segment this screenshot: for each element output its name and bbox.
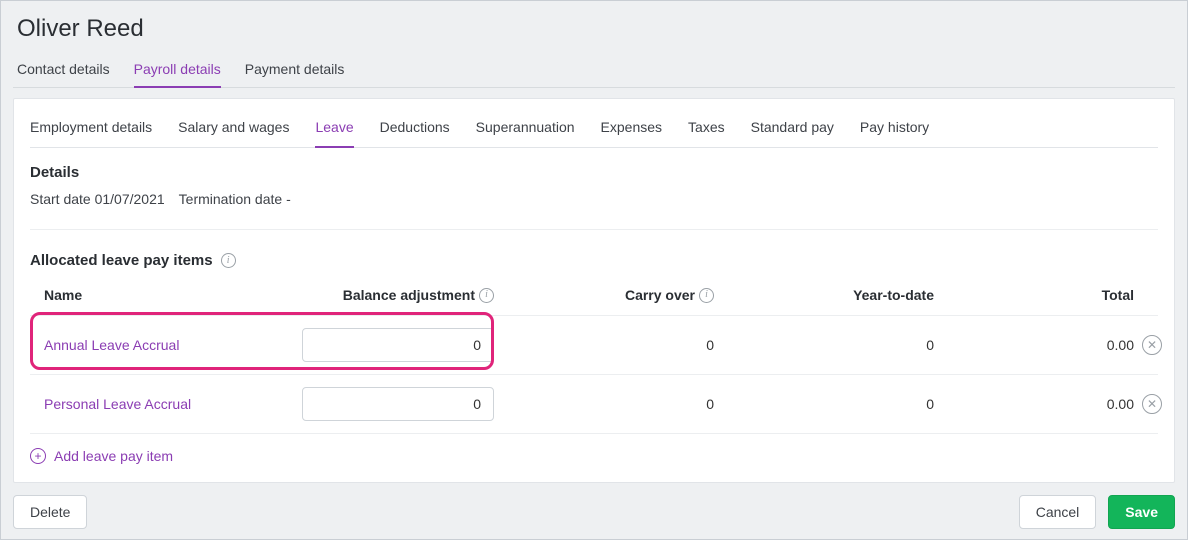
tab-contact-details[interactable]: Contact details <box>17 53 110 87</box>
info-icon[interactable]: i <box>479 288 494 303</box>
details-heading: Details <box>30 164 1158 181</box>
payroll-card: Employment details Salary and wages Leav… <box>13 98 1175 483</box>
balance-adjustment-input[interactable] <box>302 387 494 421</box>
add-leave-pay-item-button[interactable]: + Add leave pay item <box>30 448 173 464</box>
col-carry-over: Carry over i <box>494 287 714 303</box>
remove-row-button[interactable]: ✕ <box>1142 335 1162 355</box>
total-value: 0.00 <box>934 396 1134 412</box>
subtab-taxes[interactable]: Taxes <box>688 115 725 147</box>
carry-over-value: 0 <box>494 396 714 412</box>
col-balance-adjustment-label: Balance adjustment <box>343 287 475 303</box>
info-icon[interactable]: i <box>221 253 236 268</box>
save-button[interactable]: Save <box>1108 495 1175 529</box>
subtab-salary-and-wages[interactable]: Salary and wages <box>178 115 289 147</box>
leave-item-annual-leave-accrual[interactable]: Annual Leave Accrual <box>44 337 274 353</box>
col-name: Name <box>44 287 274 303</box>
tab-payment-details[interactable]: Payment details <box>245 53 345 87</box>
tab-payroll-details[interactable]: Payroll details <box>134 53 221 87</box>
leave-table-header: Name Balance adjustment i Carry over i Y… <box>30 287 1158 315</box>
cancel-button[interactable]: Cancel <box>1019 495 1097 529</box>
info-icon[interactable]: i <box>699 288 714 303</box>
termination-date-value: - <box>286 191 291 207</box>
page-title: Oliver Reed <box>13 9 1175 53</box>
table-row: Personal Leave Accrual 0 0 0.00 ✕ <box>30 374 1158 433</box>
col-total: Total <box>934 287 1134 303</box>
details-info: Start date 01/07/2021 Termination date - <box>30 191 1158 230</box>
subtab-leave[interactable]: Leave <box>315 115 353 147</box>
footer-bar: Delete Cancel Save <box>13 495 1175 529</box>
add-leave-pay-item-label: Add leave pay item <box>54 448 173 464</box>
start-date-label: Start date <box>30 191 91 207</box>
subtab-superannuation[interactable]: Superannuation <box>476 115 575 147</box>
table-row: Annual Leave Accrual 0 0 0.00 ✕ <box>30 315 1158 374</box>
leave-item-personal-leave-accrual[interactable]: Personal Leave Accrual <box>44 396 274 412</box>
plus-icon: + <box>30 448 46 464</box>
remove-row-button[interactable]: ✕ <box>1142 394 1162 414</box>
total-value: 0.00 <box>934 337 1134 353</box>
col-year-to-date: Year-to-date <box>714 287 934 303</box>
termination-date-label: Termination date <box>179 191 283 207</box>
subtab-deductions[interactable]: Deductions <box>380 115 450 147</box>
subtab-expenses[interactable]: Expenses <box>601 115 662 147</box>
carry-over-value: 0 <box>494 337 714 353</box>
start-date: Start date 01/07/2021 <box>30 191 165 207</box>
subtab-pay-history[interactable]: Pay history <box>860 115 929 147</box>
start-date-value: 01/07/2021 <box>95 191 165 207</box>
year-to-date-value: 0 <box>714 396 934 412</box>
allocated-heading: Allocated leave pay items i <box>30 252 1158 269</box>
year-to-date-value: 0 <box>714 337 934 353</box>
col-carry-over-label: Carry over <box>625 287 695 303</box>
delete-button[interactable]: Delete <box>13 495 87 529</box>
col-balance-adjustment: Balance adjustment i <box>274 287 494 303</box>
balance-adjustment-input[interactable] <box>302 328 494 362</box>
top-tabs: Contact details Payroll details Payment … <box>13 53 1175 88</box>
subtab-standard-pay[interactable]: Standard pay <box>751 115 834 147</box>
sub-tabs: Employment details Salary and wages Leav… <box>30 115 1158 148</box>
allocated-heading-text: Allocated leave pay items <box>30 252 213 269</box>
termination-date: Termination date - <box>179 191 291 207</box>
subtab-employment-details[interactable]: Employment details <box>30 115 152 147</box>
